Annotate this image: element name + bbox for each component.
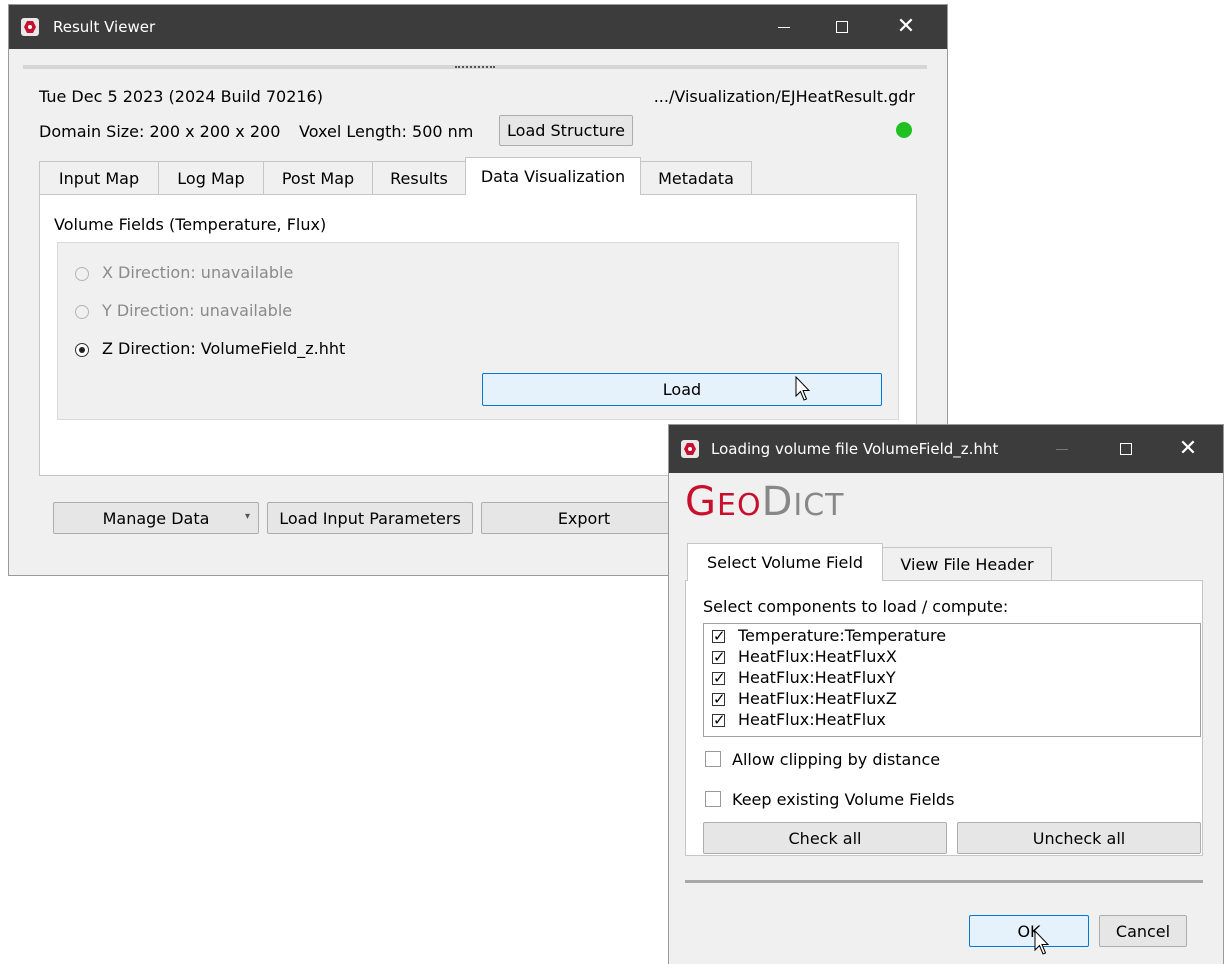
tab-results[interactable]: Results (372, 161, 466, 194)
splitter-grip-icon (455, 66, 495, 70)
manage-data-label: Manage Data (102, 508, 210, 528)
check-all-button[interactable]: Check all (703, 822, 947, 854)
volume-fields-group: X Direction: unavailable Y Direction: un… (57, 242, 899, 420)
z-direction-radio[interactable] (75, 343, 89, 357)
date-build-label: Tue Dec 5 2023 (2024 Build 70216) (39, 87, 323, 106)
voxel-length-label: Voxel Length: 500 nm (299, 122, 474, 141)
loading-dialog-window: Loading volume file VolumeField_z.hht ✕ … (668, 424, 1224, 964)
components-list[interactable]: ✓ Temperature:Temperature ✓ HeatFlux:Hea… (703, 623, 1201, 737)
main-tab-bar: Input Map Log Map Post Map Results Data … (39, 157, 919, 197)
allow-clipping-checkbox[interactable] (705, 751, 721, 767)
tab-select-volume-field[interactable]: Select Volume Field (687, 543, 883, 581)
x-direction-radio[interactable] (75, 267, 89, 281)
minimize-icon (778, 26, 790, 28)
select-volume-field-panel: Select components to load / compute: ✓ T… (685, 580, 1203, 856)
component-checkbox[interactable]: ✓ (712, 650, 726, 665)
load-button[interactable]: Load (482, 373, 882, 406)
radio-checked-dot (79, 347, 85, 353)
mouse-cursor-icon (795, 376, 811, 401)
domain-size-label: Domain Size: 200 x 200 x 200 (39, 122, 281, 141)
components-instruction: Select components to load / compute: (703, 597, 1009, 616)
z-direction-label: Z Direction: VolumeField_z.hht (102, 339, 346, 358)
loading-dialog-titlebar[interactable]: Loading volume file VolumeField_z.hht ✕ (669, 425, 1223, 473)
tab-input-map[interactable]: Input Map (39, 161, 159, 194)
close-icon: ✕ (896, 14, 916, 39)
close-button[interactable]: ✕ (1165, 425, 1211, 473)
manage-data-button[interactable]: Manage Data ▾ (53, 502, 259, 534)
component-label: HeatFlux:HeatFlux (738, 710, 886, 729)
tab-view-file-header[interactable]: View File Header (882, 547, 1052, 581)
minimize-button[interactable] (761, 5, 807, 49)
logo-wordmark: GEO (685, 479, 762, 525)
load-structure-button[interactable]: Load Structure (499, 115, 633, 146)
component-label: Temperature:Temperature (738, 626, 947, 645)
volume-fields-group-title: Volume Fields (Temperature, Flux) (54, 215, 327, 234)
maximize-button[interactable] (819, 5, 865, 49)
load-input-parameters-button[interactable]: Load Input Parameters (267, 502, 473, 534)
uncheck-all-button[interactable]: Uncheck all (957, 822, 1201, 854)
component-checkbox[interactable]: ✓ (712, 692, 726, 707)
component-checkbox[interactable]: ✓ (712, 629, 726, 644)
geodict-app-icon (681, 440, 699, 458)
mouse-cursor-icon (1034, 930, 1050, 955)
close-button[interactable]: ✕ (883, 5, 929, 49)
geodict-app-icon (21, 18, 39, 36)
close-icon: ✕ (1178, 436, 1198, 461)
keep-existing-label: Keep existing Volume Fields (732, 790, 955, 809)
maximize-icon (836, 21, 848, 33)
cancel-button[interactable]: Cancel (1099, 915, 1187, 947)
ok-button[interactable]: OK (969, 915, 1089, 947)
y-direction-label: Y Direction: unavailable (102, 301, 293, 320)
keep-existing-checkbox[interactable] (705, 791, 721, 807)
geodict-logo: GEODICT (685, 479, 845, 525)
component-checkbox[interactable]: ✓ (712, 671, 726, 686)
export-button[interactable]: Export (481, 502, 687, 534)
status-indicator (896, 122, 912, 138)
component-label: HeatFlux:HeatFluxY (738, 668, 896, 687)
file-path-label: .../Visualization/EJHeatResult.gdr (653, 87, 915, 106)
allow-clipping-label: Allow clipping by distance (732, 750, 941, 769)
tab-data-visualization[interactable]: Data Visualization (465, 157, 641, 195)
y-direction-radio[interactable] (75, 305, 89, 319)
tab-metadata[interactable]: Metadata (640, 161, 752, 194)
component-checkbox[interactable]: ✓ (712, 713, 726, 728)
component-label: HeatFlux:HeatFluxZ (738, 689, 897, 708)
dropdown-arrow-icon: ▾ (244, 511, 250, 522)
dialog-separator (685, 880, 1203, 883)
window-title: Result Viewer (53, 18, 156, 36)
minimize-button[interactable] (1039, 425, 1085, 473)
maximize-icon (1120, 443, 1132, 455)
tab-log-map[interactable]: Log Map (158, 161, 264, 194)
maximize-button[interactable] (1103, 425, 1149, 473)
minimize-icon (1056, 448, 1068, 450)
result-viewer-titlebar[interactable]: Result Viewer ✕ (9, 5, 947, 49)
x-direction-label: X Direction: unavailable (102, 263, 294, 282)
dialog-title: Loading volume file VolumeField_z.hht (711, 440, 999, 458)
component-label: HeatFlux:HeatFluxX (738, 647, 897, 666)
tab-post-map[interactable]: Post Map (263, 161, 373, 194)
